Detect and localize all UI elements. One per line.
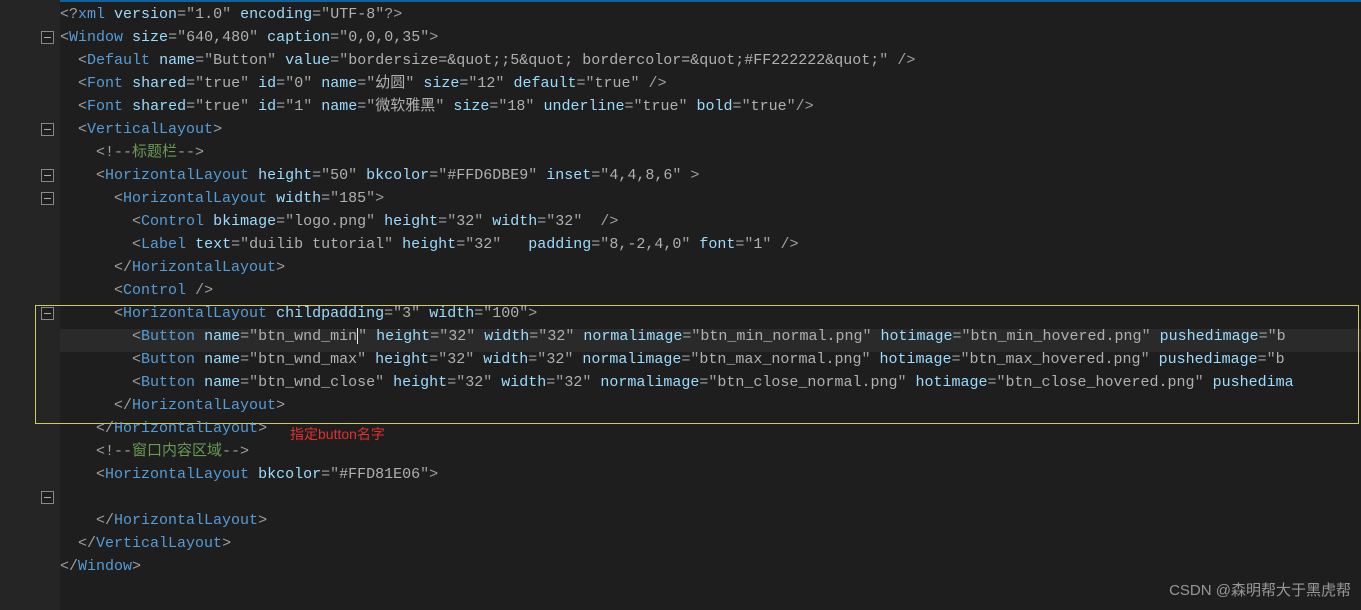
code-line[interactable]: <Default name="Button" value="bordersize… xyxy=(60,49,915,72)
code-line[interactable]: <!--窗口内容区域--> xyxy=(60,440,249,463)
code-line[interactable] xyxy=(60,486,96,509)
gutter-row xyxy=(0,141,60,164)
code-editor[interactable]: 指定button名字 <?xml version="1.0" encoding=… xyxy=(0,0,1361,610)
code-line[interactable]: </HorizontalLayout> xyxy=(60,394,285,417)
code-line[interactable]: </HorizontalLayout> xyxy=(60,509,267,532)
code-line[interactable]: </HorizontalLayout> xyxy=(60,417,267,440)
code-line[interactable]: <Button name="btn_wnd_close" height="32"… xyxy=(60,371,1294,394)
gutter-row xyxy=(0,302,60,325)
gutter-row xyxy=(0,164,60,187)
gutter-row xyxy=(0,233,60,256)
gutter-row xyxy=(0,394,60,417)
code-line[interactable]: <HorizontalLayout width="185"> xyxy=(60,187,384,210)
code-line[interactable]: <HorizontalLayout height="50" bkcolor="#… xyxy=(60,164,699,187)
gutter-row xyxy=(0,49,60,72)
code-line[interactable]: <Label text="duilib tutorial" height="32… xyxy=(60,233,798,256)
code-line[interactable]: <!--标题栏--> xyxy=(60,141,204,164)
fold-toggle-icon[interactable] xyxy=(41,169,54,182)
code-line[interactable]: <VerticalLayout> xyxy=(60,118,222,141)
gutter-row xyxy=(0,463,60,486)
code-line[interactable]: <HorizontalLayout childpadding="3" width… xyxy=(60,302,537,325)
gutter-row xyxy=(0,187,60,210)
gutter-row xyxy=(0,26,60,49)
gutter-row xyxy=(0,118,60,141)
gutter-row xyxy=(0,417,60,440)
fold-gutter[interactable] xyxy=(0,0,60,610)
gutter-row xyxy=(0,440,60,463)
gutter-row xyxy=(0,3,60,26)
code-line[interactable]: <Button name="btn_wnd_min" height="32" w… xyxy=(60,325,1286,348)
gutter-row xyxy=(0,256,60,279)
code-line[interactable]: <HorizontalLayout bkcolor="#FFD81E06"> xyxy=(60,463,438,486)
code-line[interactable]: </Window> xyxy=(60,555,141,578)
annotation-label: 指定button名字 xyxy=(290,424,385,444)
code-line[interactable]: <Font shared="true" id="1" name="微软雅黑" s… xyxy=(60,95,814,118)
gutter-row xyxy=(0,279,60,302)
gutter-row xyxy=(0,210,60,233)
code-line[interactable]: <Button name="btn_wnd_max" height="32" w… xyxy=(60,348,1285,371)
gutter-row xyxy=(0,348,60,371)
tab-active-indicator xyxy=(0,0,1361,2)
fold-toggle-icon[interactable] xyxy=(41,192,54,205)
gutter-row xyxy=(0,486,60,509)
gutter-row xyxy=(0,371,60,394)
gutter-row xyxy=(0,555,60,578)
code-line[interactable]: <Window size="640,480" caption="0,0,0,35… xyxy=(60,26,438,49)
gutter-row xyxy=(0,95,60,118)
code-area[interactable]: 指定button名字 <?xml version="1.0" encoding=… xyxy=(60,3,1361,610)
fold-toggle-icon[interactable] xyxy=(41,31,54,44)
watermark: CSDN @森明帮大于黑虎帮 xyxy=(1169,579,1351,600)
code-line[interactable]: </HorizontalLayout> xyxy=(60,256,285,279)
code-line[interactable]: </VerticalLayout> xyxy=(60,532,231,555)
fold-toggle-icon[interactable] xyxy=(41,307,54,320)
gutter-row xyxy=(0,532,60,555)
gutter-row xyxy=(0,72,60,95)
code-line[interactable]: <Control bkimage="logo.png" height="32" … xyxy=(60,210,618,233)
gutter-row xyxy=(0,325,60,348)
code-line[interactable]: <Font shared="true" id="0" name="幼圆" siz… xyxy=(60,72,667,95)
fold-toggle-icon[interactable] xyxy=(41,491,54,504)
code-line[interactable]: <Control /> xyxy=(60,279,213,302)
code-line[interactable]: <?xml version="1.0" encoding="UTF-8"?> xyxy=(60,3,402,26)
gutter-row xyxy=(0,509,60,532)
fold-toggle-icon[interactable] xyxy=(41,123,54,136)
